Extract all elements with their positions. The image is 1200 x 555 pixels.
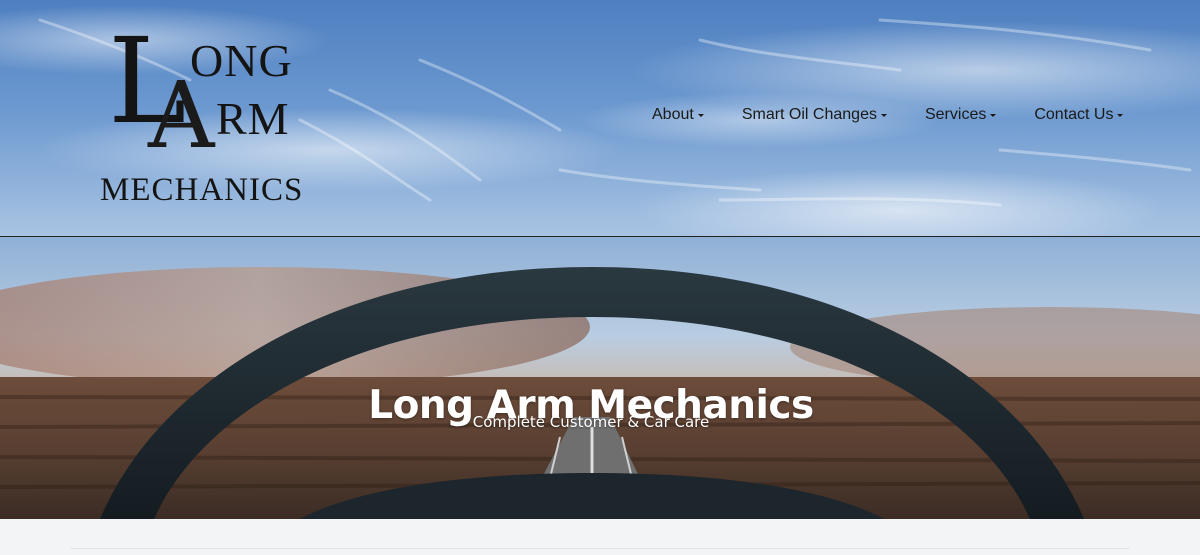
hero-background-image bbox=[0, 237, 1200, 519]
site-header: L A ONG RM MECHANICS About Smart Oil Cha… bbox=[0, 0, 1200, 237]
nav-item-smart-oil-changes[interactable]: Smart Oil Changes bbox=[742, 106, 887, 124]
logo-word-rm: RM bbox=[216, 93, 290, 144]
nav-item-services[interactable]: Services bbox=[924, 106, 997, 124]
logo-word-mechanics: MECHANICS bbox=[100, 172, 304, 208]
hero-subtitle: Complete Customer & Car Care bbox=[472, 413, 710, 431]
caret-down-icon bbox=[990, 114, 997, 117]
nav-item-label: Smart Oil Changes bbox=[741, 106, 877, 123]
main-nav: About Smart Oil Changes Services Contact… bbox=[652, 106, 1124, 124]
hero-banner: Long Arm Mechanics Complete Customer & C… bbox=[0, 237, 1200, 519]
nav-item-contact-us[interactable]: Contact Us bbox=[1034, 106, 1124, 124]
nav-item-label: Contact Us bbox=[1034, 106, 1114, 123]
caret-down-icon bbox=[880, 114, 887, 117]
nav-item-label: About bbox=[652, 106, 694, 123]
nav-item-label: Services bbox=[924, 106, 987, 123]
logo-word-ong: ONG bbox=[190, 35, 293, 86]
nav-item-about[interactable]: About bbox=[652, 106, 704, 124]
content-area bbox=[0, 519, 1200, 555]
caret-down-icon bbox=[697, 114, 704, 117]
divider bbox=[70, 548, 1130, 549]
site-logo[interactable]: L A ONG RM MECHANICS bbox=[98, 22, 328, 212]
caret-down-icon bbox=[1117, 114, 1124, 117]
